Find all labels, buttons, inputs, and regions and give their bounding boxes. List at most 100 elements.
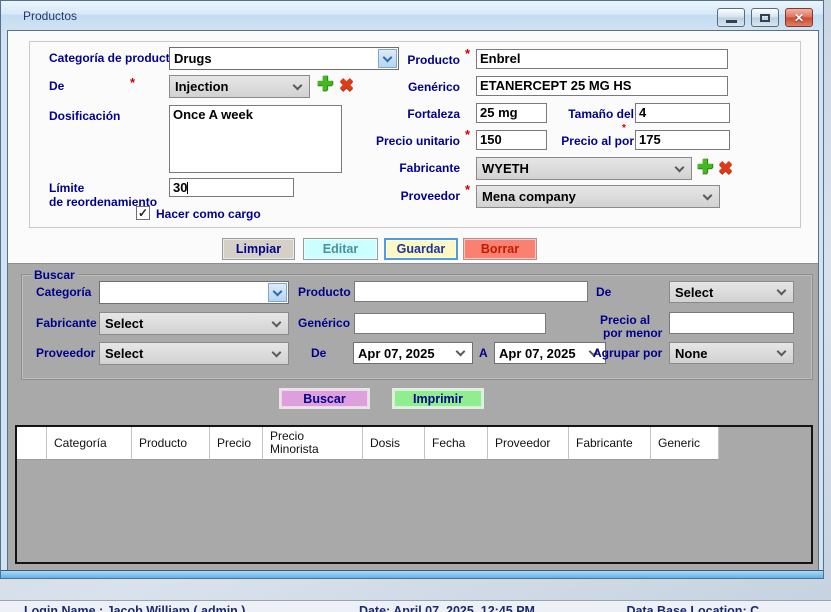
chevron-down-icon: [272, 317, 282, 327]
search-categoria-label: Categoría: [36, 285, 91, 299]
status-database-location: Data Base Location: C: [626, 604, 759, 612]
de-value: Injection: [175, 79, 290, 94]
grid-column-precio-minorista[interactable]: Precio Minorista: [263, 427, 363, 460]
de-label: De: [49, 79, 64, 93]
generico-input[interactable]: ETANERCEPT 25 MG HS: [476, 76, 728, 96]
add-fabricante-icon[interactable]: ✚: [697, 158, 713, 177]
search-precio-menor-label-line1: Precio al: [600, 313, 650, 327]
search-de-combobox[interactable]: Select: [669, 281, 794, 303]
search-categoria-combobox[interactable]: [99, 281, 289, 304]
generico-label: Genérico: [340, 80, 460, 94]
grid-header-row: Categoría Producto Precio Precio Minoris…: [17, 427, 811, 460]
fabricante-combobox[interactable]: WYETH: [476, 157, 692, 180]
delete-fabricante-icon[interactable]: ✖: [718, 159, 733, 177]
hacer-como-cargo-checkbox[interactable]: ✓: [136, 206, 150, 220]
tamano-input[interactable]: 4: [635, 103, 730, 123]
proveedor-required-asterisk: *: [465, 182, 470, 197]
chevron-down-icon: [777, 347, 787, 357]
add-de-icon[interactable]: ✚: [317, 75, 333, 94]
chevron-down-icon: [703, 190, 713, 200]
grid-column-dosis[interactable]: Dosis: [363, 427, 425, 460]
search-generico-input[interactable]: [354, 313, 546, 334]
chevron-down-icon: [273, 286, 283, 296]
limite-reorden-input[interactable]: 30: [169, 178, 294, 197]
proveedor-combobox[interactable]: Mena company: [476, 185, 720, 208]
search-fecha-a-label: A: [479, 346, 488, 360]
grid-column-proveedor[interactable]: Proveedor: [488, 427, 569, 460]
editar-button[interactable]: Editar: [303, 238, 378, 260]
limite-label-line1: Límite: [49, 181, 84, 195]
search-precio-menor-input[interactable]: [669, 312, 794, 334]
search-agrupar-combobox[interactable]: None: [669, 342, 794, 364]
grid-column-rowselector[interactable]: [17, 427, 47, 460]
de-combobox[interactable]: Injection: [169, 75, 310, 98]
de-required-asterisk: *: [130, 75, 135, 90]
search-fabricante-combobox[interactable]: Select: [99, 312, 289, 335]
window-title: Productos: [23, 9, 77, 23]
precio-unitario-label: Precio unitario: [340, 134, 460, 148]
fecha-de-value: Apr 07, 2025: [358, 346, 453, 361]
proveedor-label: Proveedor: [340, 189, 460, 203]
status-date: Date: April 07, 2025, 12:45 PM: [359, 604, 535, 612]
titlebar[interactable]: Productos ✕: [1, 1, 823, 31]
guardar-button[interactable]: Guardar: [384, 238, 458, 260]
productos-window: Productos ✕ Categoría de producto Drugs …: [0, 0, 824, 579]
search-de-value: Select: [675, 285, 774, 300]
borrar-button[interactable]: Borrar: [463, 238, 537, 260]
tamano-label: Tamaño del: [514, 107, 634, 121]
producto-input[interactable]: Enbrel: [476, 49, 728, 69]
results-grid[interactable]: Categoría Producto Precio Precio Minoris…: [15, 425, 813, 564]
buscar-group-title: Buscar: [31, 268, 78, 282]
dosificacion-textarea[interactable]: Once A week: [169, 105, 342, 173]
search-fecha-de-label: De: [311, 346, 326, 360]
statusbar: Login Name : Jacob William ( admin ) Dat…: [0, 600, 831, 612]
minimize-icon: [726, 20, 737, 23]
fecha-a-datepicker[interactable]: Apr 07, 2025: [494, 342, 606, 364]
chevron-down-icon: [293, 80, 303, 90]
grid-column-fabricante[interactable]: Fabricante: [569, 427, 651, 460]
close-icon: ✕: [794, 12, 804, 24]
search-producto-label: Producto: [298, 285, 351, 299]
maximize-button[interactable]: [751, 8, 779, 27]
search-categoria-dropdown-button[interactable]: [268, 283, 287, 302]
search-de-select-label: De: [596, 285, 611, 299]
text-cursor: [187, 182, 188, 194]
search-agrupar-label: Agrupar por: [593, 346, 662, 360]
minimize-button[interactable]: [717, 8, 745, 27]
precio-al-por-required-asterisk: *: [622, 123, 626, 134]
grid-column-producto[interactable]: Producto: [132, 427, 210, 460]
precio-al-por-label: Precio al por: [514, 134, 634, 148]
status-login-name: Login Name : Jacob William ( admin ): [24, 604, 245, 612]
desktop: Productos ✕ Categoría de producto Drugs …: [0, 0, 831, 612]
limpiar-button[interactable]: Limpiar: [222, 238, 295, 260]
chevron-down-icon: [675, 162, 685, 172]
grid-column-fecha[interactable]: Fecha: [425, 427, 488, 460]
buscar-button[interactable]: Buscar: [279, 388, 370, 409]
fecha-de-datepicker[interactable]: Apr 07, 2025: [353, 342, 473, 364]
fortaleza-label: Fortaleza: [340, 107, 460, 121]
grid-column-precio[interactable]: Precio: [210, 427, 263, 460]
grid-column-categoria[interactable]: Categoría: [47, 427, 132, 460]
fecha-a-value: Apr 07, 2025: [499, 346, 586, 361]
search-precio-menor-label-line2: por menor: [603, 326, 662, 340]
chevron-down-icon: [456, 347, 466, 357]
proveedor-value: Mena company: [482, 189, 700, 204]
search-agrupar-value: None: [675, 346, 774, 361]
producto-required-asterisk: *: [465, 46, 470, 61]
precio-unitario-required-asterisk: *: [465, 127, 470, 142]
close-button[interactable]: ✕: [785, 8, 813, 27]
search-proveedor-label: Proveedor: [36, 346, 95, 360]
chevron-down-icon: [272, 347, 282, 357]
search-producto-input[interactable]: [354, 281, 588, 302]
hacer-como-cargo-label: Hacer como cargo: [156, 207, 261, 221]
imprimir-button[interactable]: Imprimir: [392, 388, 484, 409]
fabricante-value: WYETH: [482, 161, 672, 176]
search-proveedor-combobox[interactable]: Select: [99, 342, 289, 365]
maximize-icon: [760, 14, 770, 22]
search-fabricante-label: Fabricante: [36, 316, 97, 330]
search-proveedor-value: Select: [105, 346, 269, 361]
precio-al-por-input[interactable]: 175: [635, 130, 730, 150]
grid-column-generic[interactable]: Generic: [651, 427, 719, 460]
dosificacion-label: Dosificación: [49, 109, 120, 123]
fabricante-label: Fabricante: [340, 161, 460, 175]
